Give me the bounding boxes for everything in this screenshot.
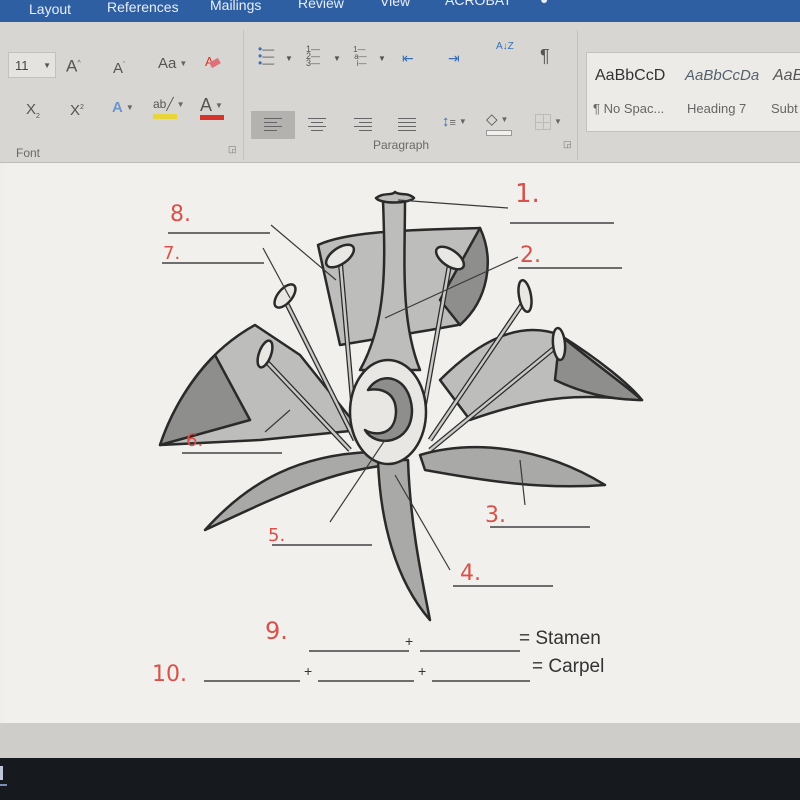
leader-line-7 bbox=[262, 247, 291, 299]
answer-blank-1[interactable] bbox=[510, 222, 614, 224]
taskbar-app-icon[interactable] bbox=[0, 766, 3, 780]
carpel-blank-2[interactable] bbox=[318, 680, 414, 682]
taskbar bbox=[0, 758, 800, 800]
stamen-blank-1[interactable] bbox=[309, 650, 409, 652]
label-8: 8. bbox=[170, 202, 191, 227]
plus-sign: + bbox=[405, 633, 414, 649]
label-6: 6. bbox=[186, 430, 204, 451]
anther bbox=[273, 283, 297, 309]
label-4: 4. bbox=[460, 561, 481, 586]
lower-right-sepal bbox=[418, 445, 607, 488]
label-9: 9. bbox=[265, 617, 288, 645]
carpel-equation-result: = Carpel bbox=[532, 656, 605, 677]
label-5: 5. bbox=[268, 525, 286, 546]
answer-blank-6[interactable] bbox=[182, 452, 282, 454]
plus-sign: + bbox=[304, 663, 313, 679]
lower-left-sepal bbox=[203, 450, 392, 532]
stamen-blank-2[interactable] bbox=[420, 650, 520, 652]
leader-line-1 bbox=[397, 199, 509, 209]
answer-blank-8[interactable] bbox=[168, 232, 270, 234]
receptacle-stem bbox=[376, 458, 432, 622]
carpel-blank-3[interactable] bbox=[432, 680, 530, 682]
label-2: 2. bbox=[520, 243, 541, 268]
carpel-blank-1[interactable] bbox=[204, 680, 300, 682]
taskbar-active-indicator bbox=[0, 784, 7, 786]
label-7: 7. bbox=[163, 243, 181, 264]
plus-sign: + bbox=[418, 663, 427, 679]
label-10: 10. bbox=[152, 662, 187, 687]
stamen-equation-result: = Stamen bbox=[519, 628, 601, 649]
status-bar bbox=[0, 723, 800, 758]
label-3: 3. bbox=[485, 503, 506, 528]
answer-blank-5[interactable] bbox=[272, 544, 372, 546]
label-1: 1. bbox=[515, 179, 540, 209]
ovary bbox=[348, 358, 428, 466]
